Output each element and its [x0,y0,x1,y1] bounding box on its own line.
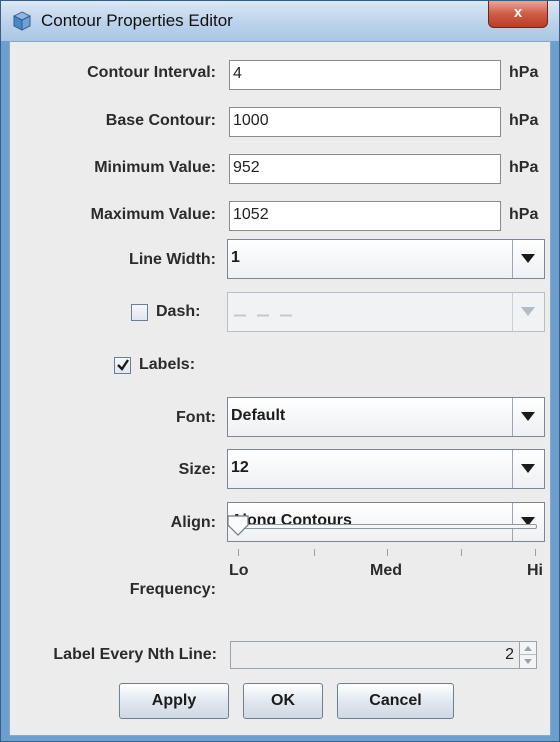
spinner-up-button[interactable] [519,642,536,655]
line-width-value: 1 [231,249,240,266]
dash-arrow-button[interactable] [512,293,544,331]
size-dropdown[interactable]: 12 [227,449,545,489]
dash-checkbox[interactable] [131,304,148,321]
font-arrow-button[interactable] [512,398,544,436]
font-label: Font: [176,409,216,426]
frequency-slider-thumb[interactable] [227,515,249,537]
close-icon: x [513,4,523,21]
label-every-nth-spinner[interactable]: 2 [230,641,537,669]
size-arrow-button[interactable] [512,450,544,488]
frequency-tick-label-lo: Lo [229,562,249,579]
frequency-tick-label-hi: Hi [527,562,543,579]
dash-pattern-preview [234,314,292,317]
labels-label: Labels: [139,356,196,373]
checkmark-icon [117,359,129,371]
minimum-value-label: Minimum Value: [94,159,216,176]
caret-down-icon [524,659,532,664]
maximum-value-unit: hPa [509,206,539,223]
base-contour-unit: hPa [509,112,539,129]
maximum-value-label: Maximum Value: [90,206,216,223]
dash-dropdown[interactable] [227,292,545,332]
size-value: 12 [231,459,249,476]
font-dropdown[interactable]: Default [227,397,545,437]
window-title: Contour Properties Editor [41,11,233,30]
labels-checkbox[interactable] [114,357,131,374]
minimum-value-unit: hPa [509,159,539,176]
app-cube-icon [12,11,32,31]
frequency-tick [387,549,388,556]
frequency-slider-track[interactable] [231,524,537,529]
close-button[interactable]: x [488,1,548,28]
apply-button[interactable]: Apply [119,683,229,719]
ok-button[interactable]: OK [243,683,323,719]
contour-interval-label: Contour Interval: [87,64,216,81]
contour-interval-input[interactable]: 4 [229,60,501,90]
frequency-tick [238,549,239,556]
label-every-nth-label: Label Every Nth Line: [53,646,217,663]
dialog-window: Contour Properties Editor x Contour Inte… [0,0,560,742]
font-value: Default [231,407,286,424]
line-width-arrow-button[interactable] [512,240,544,278]
title-bar[interactable]: Contour Properties Editor x [1,1,559,41]
frequency-tick [535,549,536,556]
maximum-value-input[interactable]: 1052 [229,201,501,231]
align-label: Align: [170,514,216,531]
chevron-down-icon [521,412,535,421]
base-contour-label: Base Contour: [105,112,216,129]
frequency-tick [461,549,462,556]
base-contour-input[interactable]: 1000 [229,107,501,137]
frequency-tick [314,549,315,556]
line-width-label: Line Width: [129,251,216,268]
dash-label: Dash: [156,303,201,320]
label-every-nth-value: 2 [505,646,514,663]
cancel-button[interactable]: Cancel [337,683,454,719]
content-panel [9,41,551,736]
chevron-down-icon [521,254,535,263]
frequency-tick-label-med: Med [370,562,402,579]
chevron-down-icon [521,464,535,473]
align-dropdown[interactable]: Along Contours [227,502,545,542]
contour-interval-unit: hPa [509,64,539,81]
spinner-down-button[interactable] [519,655,536,668]
line-width-dropdown[interactable]: 1 [227,239,545,279]
align-arrow-button[interactable] [512,503,544,541]
caret-up-icon [524,646,532,651]
chevron-down-icon [521,307,535,316]
size-label: Size: [178,461,216,478]
minimum-value-input[interactable]: 952 [229,154,501,184]
frequency-label: Frequency: [129,581,216,598]
